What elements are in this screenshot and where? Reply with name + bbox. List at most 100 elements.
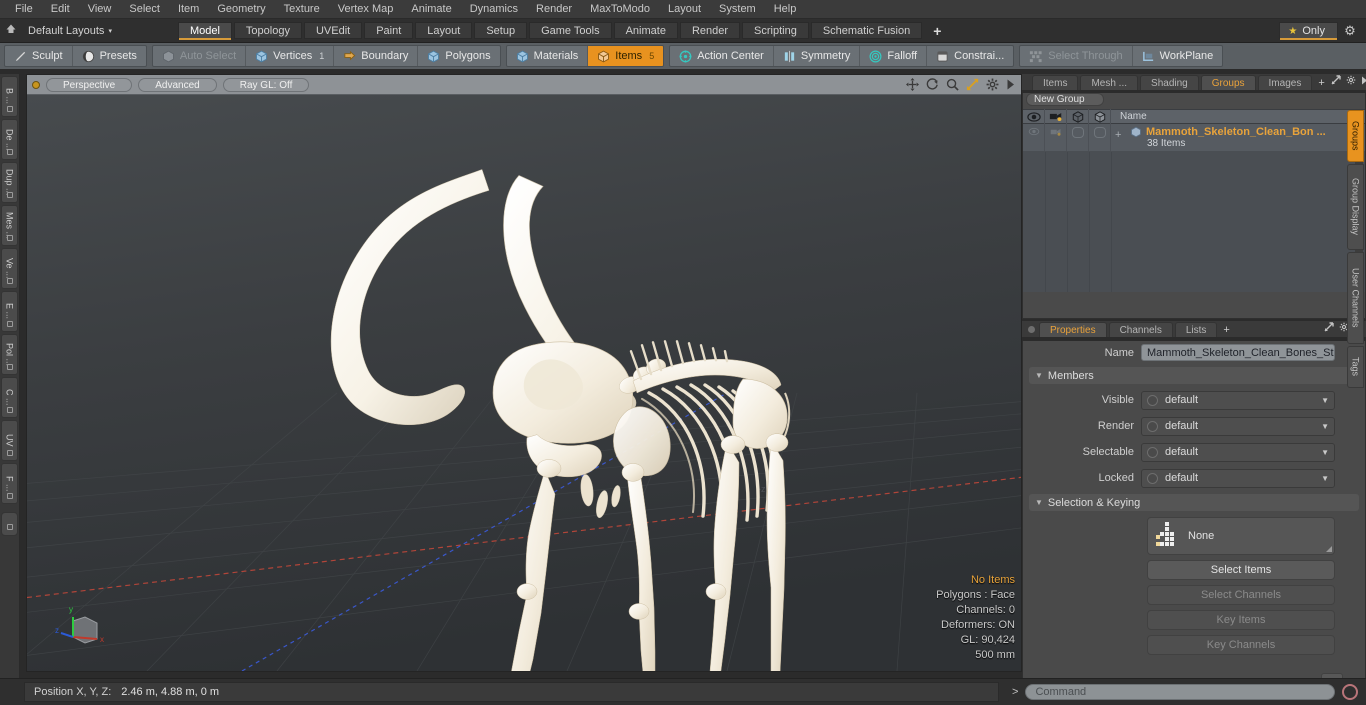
groups-tab-mesh[interactable]: Mesh ... xyxy=(1080,75,1139,90)
member-dropdown-visible[interactable]: default ▼ xyxy=(1141,390,1335,410)
viewport-raygl-dropdown[interactable]: Ray GL: Off xyxy=(222,77,310,92)
new-group-button[interactable]: New Group xyxy=(1026,93,1104,106)
menu-item-texture[interactable]: Texture xyxy=(275,0,329,19)
left-tab-8[interactable]: UV xyxy=(1,420,18,461)
eye-icon[interactable] xyxy=(1023,109,1045,124)
left-tab-5[interactable]: E ... xyxy=(1,291,18,332)
move-icon[interactable] xyxy=(906,78,919,91)
layout-tab-scripting[interactable]: Scripting xyxy=(742,22,809,39)
toolbar-button-auto-select[interactable]: Auto Select xyxy=(153,46,247,66)
left-tab-blank[interactable] xyxy=(1,512,18,536)
table-row[interactable]: + Mammoth_Skeleton_Clean_Bon ... 38 Item… xyxy=(1023,124,1365,152)
only-toggle-button[interactable]: ★ Only xyxy=(1279,22,1338,40)
panel-menu-dot[interactable] xyxy=(1028,326,1035,333)
toolbar-button-workplane[interactable]: WorkPlane xyxy=(1133,46,1223,66)
right-tab-tags[interactable]: Tags xyxy=(1347,346,1364,388)
menu-item-edit[interactable]: Edit xyxy=(42,0,79,19)
toolbar-button-falloff[interactable]: Falloff xyxy=(860,46,928,66)
toolbar-button-polygons[interactable]: Polygons xyxy=(418,46,499,66)
menu-item-vertex-map[interactable]: Vertex Map xyxy=(329,0,403,19)
row-expand-toggle[interactable]: + xyxy=(1115,129,1121,141)
row-select-toggle[interactable] xyxy=(1067,124,1089,151)
toolbar-button-select-through[interactable]: Select Through xyxy=(1020,46,1133,66)
cube-outline-icon[interactable] xyxy=(1067,109,1089,124)
toolbar-button-constrai[interactable]: Constrai... xyxy=(927,46,1013,66)
members-section-header[interactable]: ▼ Members xyxy=(1029,367,1359,384)
member-knob-icon[interactable] xyxy=(1147,394,1158,406)
rotate-icon[interactable] xyxy=(926,78,939,91)
add-layout-tab-button[interactable]: + xyxy=(924,23,950,39)
layout-tab-topology[interactable]: Topology xyxy=(233,22,302,39)
toolbar-button-vertices[interactable]: Vertices 1 xyxy=(246,46,335,66)
menu-item-animate[interactable]: Animate xyxy=(402,0,460,19)
menu-item-dynamics[interactable]: Dynamics xyxy=(461,0,527,19)
viewport-canvas[interactable]: -z No Items Polygons: Face Channels: 0 … xyxy=(27,95,1021,671)
left-tab-1[interactable]: De ... xyxy=(1,119,18,160)
member-dropdown-locked[interactable]: default ▼ xyxy=(1141,468,1335,488)
right-tab-user-channels[interactable]: User Channels xyxy=(1347,252,1364,344)
left-tab-4[interactable]: Ve ... xyxy=(1,248,18,289)
layout-tab-setup[interactable]: Setup xyxy=(474,22,528,39)
groups-tab-items[interactable]: Items xyxy=(1032,75,1079,90)
resize-icon[interactable] xyxy=(966,78,979,91)
menu-item-render[interactable]: Render xyxy=(527,0,581,19)
member-knob-icon[interactable] xyxy=(1147,420,1158,432)
row-eye-toggle[interactable] xyxy=(1023,124,1045,151)
menu-item-file[interactable]: File xyxy=(6,0,42,19)
layout-tab-model[interactable]: Model xyxy=(177,22,232,40)
chevron-right-icon[interactable] xyxy=(1361,76,1366,88)
properties-tab-lists[interactable]: Lists xyxy=(1174,322,1218,337)
menu-item-maxtomodo[interactable]: MaxToModo xyxy=(581,0,659,19)
menu-item-view[interactable]: View xyxy=(79,0,121,19)
add-properties-tab-button[interactable]: + xyxy=(1219,324,1235,337)
left-tab-6[interactable]: Pol ... xyxy=(1,334,18,375)
viewport-3d[interactable]: Perspective Advanced Ray GL: Off -z No I… xyxy=(26,74,1022,672)
properties-tab-channels[interactable]: Channels xyxy=(1108,322,1173,337)
menu-item-geometry[interactable]: Geometry xyxy=(208,0,274,19)
name-input[interactable]: Mammoth_Skeleton_Clean_Bones_Sta xyxy=(1141,344,1335,361)
groups-tab-shading[interactable]: Shading xyxy=(1140,75,1199,90)
member-knob-icon[interactable] xyxy=(1147,446,1158,458)
toolbar-button-presets[interactable]: Presets xyxy=(73,46,146,66)
toolbar-button-sculpt[interactable]: Sculpt xyxy=(5,46,73,66)
right-tab-groups[interactable]: Groups xyxy=(1347,110,1364,162)
gear-icon[interactable] xyxy=(1346,75,1356,88)
record-icon[interactable] xyxy=(1342,684,1358,700)
menu-item-layout[interactable]: Layout xyxy=(659,0,710,19)
add-groups-tab-button[interactable]: + xyxy=(1314,77,1330,90)
command-input[interactable]: Command xyxy=(1025,684,1335,700)
menu-item-item[interactable]: Item xyxy=(169,0,208,19)
menu-item-select[interactable]: Select xyxy=(120,0,169,19)
member-dropdown-selectable[interactable]: default ▼ xyxy=(1141,442,1335,462)
layout-tab-schematic-fusion[interactable]: Schematic Fusion xyxy=(810,22,923,39)
layout-tab-animate[interactable]: Animate xyxy=(613,22,678,39)
toolbar-button-boundary[interactable]: Boundary xyxy=(334,46,419,66)
right-tab-group-display[interactable]: Group Display xyxy=(1347,164,1364,250)
selection-section-header[interactable]: ▼ Selection & Keying xyxy=(1029,494,1359,511)
render-icon[interactable] xyxy=(1045,109,1067,124)
member-knob-icon[interactable] xyxy=(1147,472,1158,484)
cube-shaded-icon[interactable] xyxy=(1089,109,1111,124)
left-tab-0[interactable]: B ... xyxy=(1,76,18,117)
layout-tab-layout[interactable]: Layout xyxy=(415,22,473,39)
member-dropdown-render[interactable]: default ▼ xyxy=(1141,416,1335,436)
gear-icon[interactable] xyxy=(986,78,999,91)
row-lock-toggle[interactable] xyxy=(1089,124,1111,151)
viewport-shading-dropdown[interactable]: Advanced xyxy=(138,77,217,92)
layouts-dropdown[interactable]: Default Layouts ▾ xyxy=(22,25,126,37)
chevron-right-icon[interactable] xyxy=(1006,79,1015,90)
popout-icon[interactable] xyxy=(1324,322,1334,335)
left-tab-9[interactable]: F ... xyxy=(1,463,18,504)
properties-tab-properties[interactable]: Properties xyxy=(1039,322,1107,337)
toolbar-button-symmetry[interactable]: Symmetry xyxy=(774,46,861,66)
layout-tab-uvedit[interactable]: UVEdit xyxy=(303,22,363,39)
gear-icon[interactable]: ⚙ xyxy=(1338,23,1362,39)
home-icon[interactable] xyxy=(0,23,22,38)
groups-table-empty-area[interactable] xyxy=(1023,110,1365,292)
menu-item-help[interactable]: Help xyxy=(765,0,806,19)
left-tab-3[interactable]: Mes ... xyxy=(1,205,18,246)
groups-tab-groups[interactable]: Groups xyxy=(1200,75,1256,90)
menu-item-system[interactable]: System xyxy=(710,0,765,19)
toolbar-button-action-center[interactable]: Action Center xyxy=(670,46,774,66)
layout-tab-game-tools[interactable]: Game Tools xyxy=(529,22,612,39)
